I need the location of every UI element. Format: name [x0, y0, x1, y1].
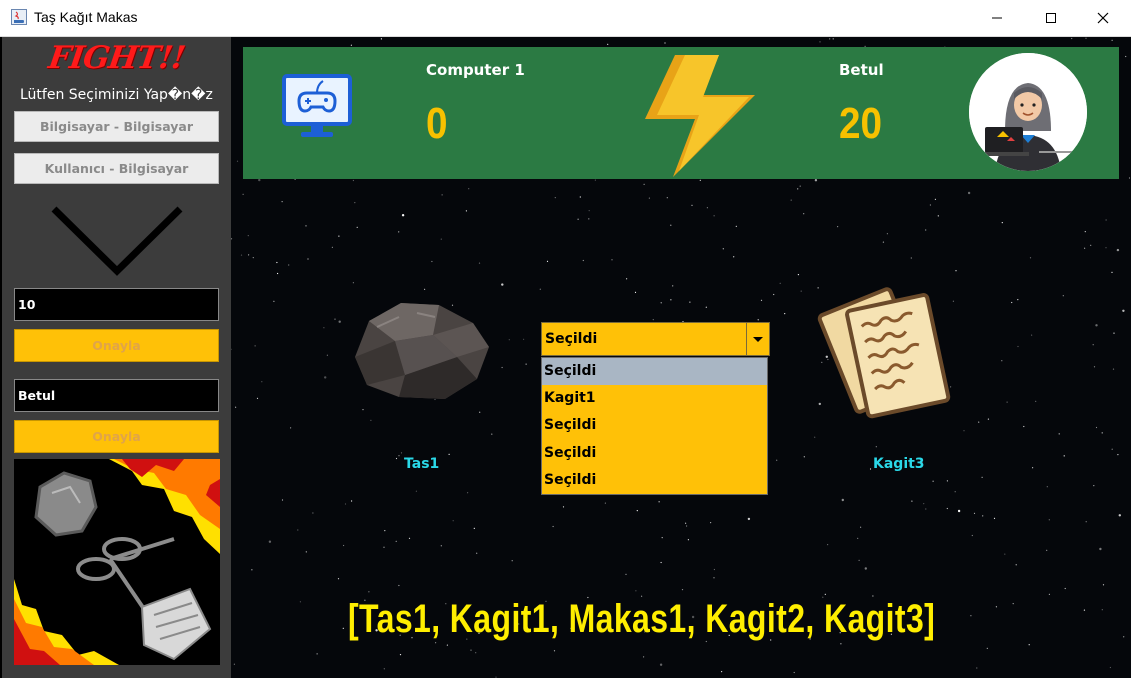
- title-bar: Taş Kağıt Makas: [0, 0, 1131, 37]
- dropdown-option[interactable]: Seçildi: [542, 358, 767, 386]
- combobox-selected-value: Seçildi: [545, 331, 598, 347]
- left-player-score: 0: [426, 99, 448, 148]
- dropdown-option[interactable]: Seçildi: [542, 440, 767, 467]
- maximize-icon: [1046, 13, 1056, 23]
- scoreboard: Computer 1 0 Betul 20: [243, 47, 1119, 179]
- java-app-icon: [11, 9, 27, 25]
- confirm-name-button[interactable]: Onayla: [14, 420, 219, 453]
- deck-list-text: [Tas1, Kagit1, Makas1, Kagit2, Kagit3]: [348, 597, 936, 641]
- caret-down-icon: [753, 337, 763, 342]
- hacker-avatar-icon: [969, 53, 1087, 171]
- player-name-input[interactable]: Betul: [14, 379, 219, 412]
- close-button[interactable]: [1077, 0, 1129, 36]
- right-card-label: Kagit3: [873, 456, 925, 472]
- rock-icon: [355, 303, 489, 399]
- mode-computer-vs-computer-button[interactable]: Bilgisayar - Bilgisayar: [14, 111, 219, 142]
- left-card-label: Tas1: [404, 456, 440, 472]
- player-avatar: [969, 53, 1087, 171]
- left-player-name: Computer 1: [426, 61, 525, 79]
- close-icon: [1097, 12, 1109, 24]
- combobox-arrow-button[interactable]: [746, 323, 769, 355]
- right-player-name: Betul: [839, 61, 884, 79]
- paper-icon: [817, 287, 951, 419]
- minimize-icon: [992, 17, 1002, 19]
- chevron-down-icon: [51, 206, 183, 276]
- fight-label: FIGHT!!: [46, 40, 187, 76]
- mode-user-vs-computer-button[interactable]: Kullanıcı - Bilgisayar: [14, 153, 219, 184]
- dropdown-option[interactable]: Kagit1: [542, 385, 767, 412]
- window-title: Taş Kağıt Makas: [34, 9, 138, 25]
- lightning-bolt-icon: [645, 55, 755, 177]
- maximize-button[interactable]: [1025, 0, 1077, 36]
- confirm-rounds-button[interactable]: Onayla: [14, 329, 219, 362]
- game-arena: Computer 1 0 Betul 20 Tas1 Kagit3 Seçild…: [231, 37, 1131, 678]
- dropdown-option[interactable]: Seçildi: [542, 467, 767, 494]
- combobox-dropdown: Seçildi Kagit1 Seçildi Seçildi Seçildi: [541, 357, 768, 495]
- gamepad-monitor-icon: [282, 74, 352, 137]
- right-player-score: 20: [839, 99, 883, 148]
- selection-prompt: Lütfen Seçiminizi Yap�n�z: [20, 87, 213, 103]
- dropdown-option[interactable]: Seçildi: [542, 412, 767, 439]
- rounds-input[interactable]: 10: [14, 288, 219, 321]
- selection-combobox[interactable]: Seçildi: [541, 322, 770, 356]
- sidebar: FIGHT!! Lütfen Seçiminizi Yap�n�z Bilgis…: [2, 37, 231, 678]
- rock-paper-scissors-art: [14, 459, 220, 665]
- minimize-button[interactable]: [971, 0, 1023, 36]
